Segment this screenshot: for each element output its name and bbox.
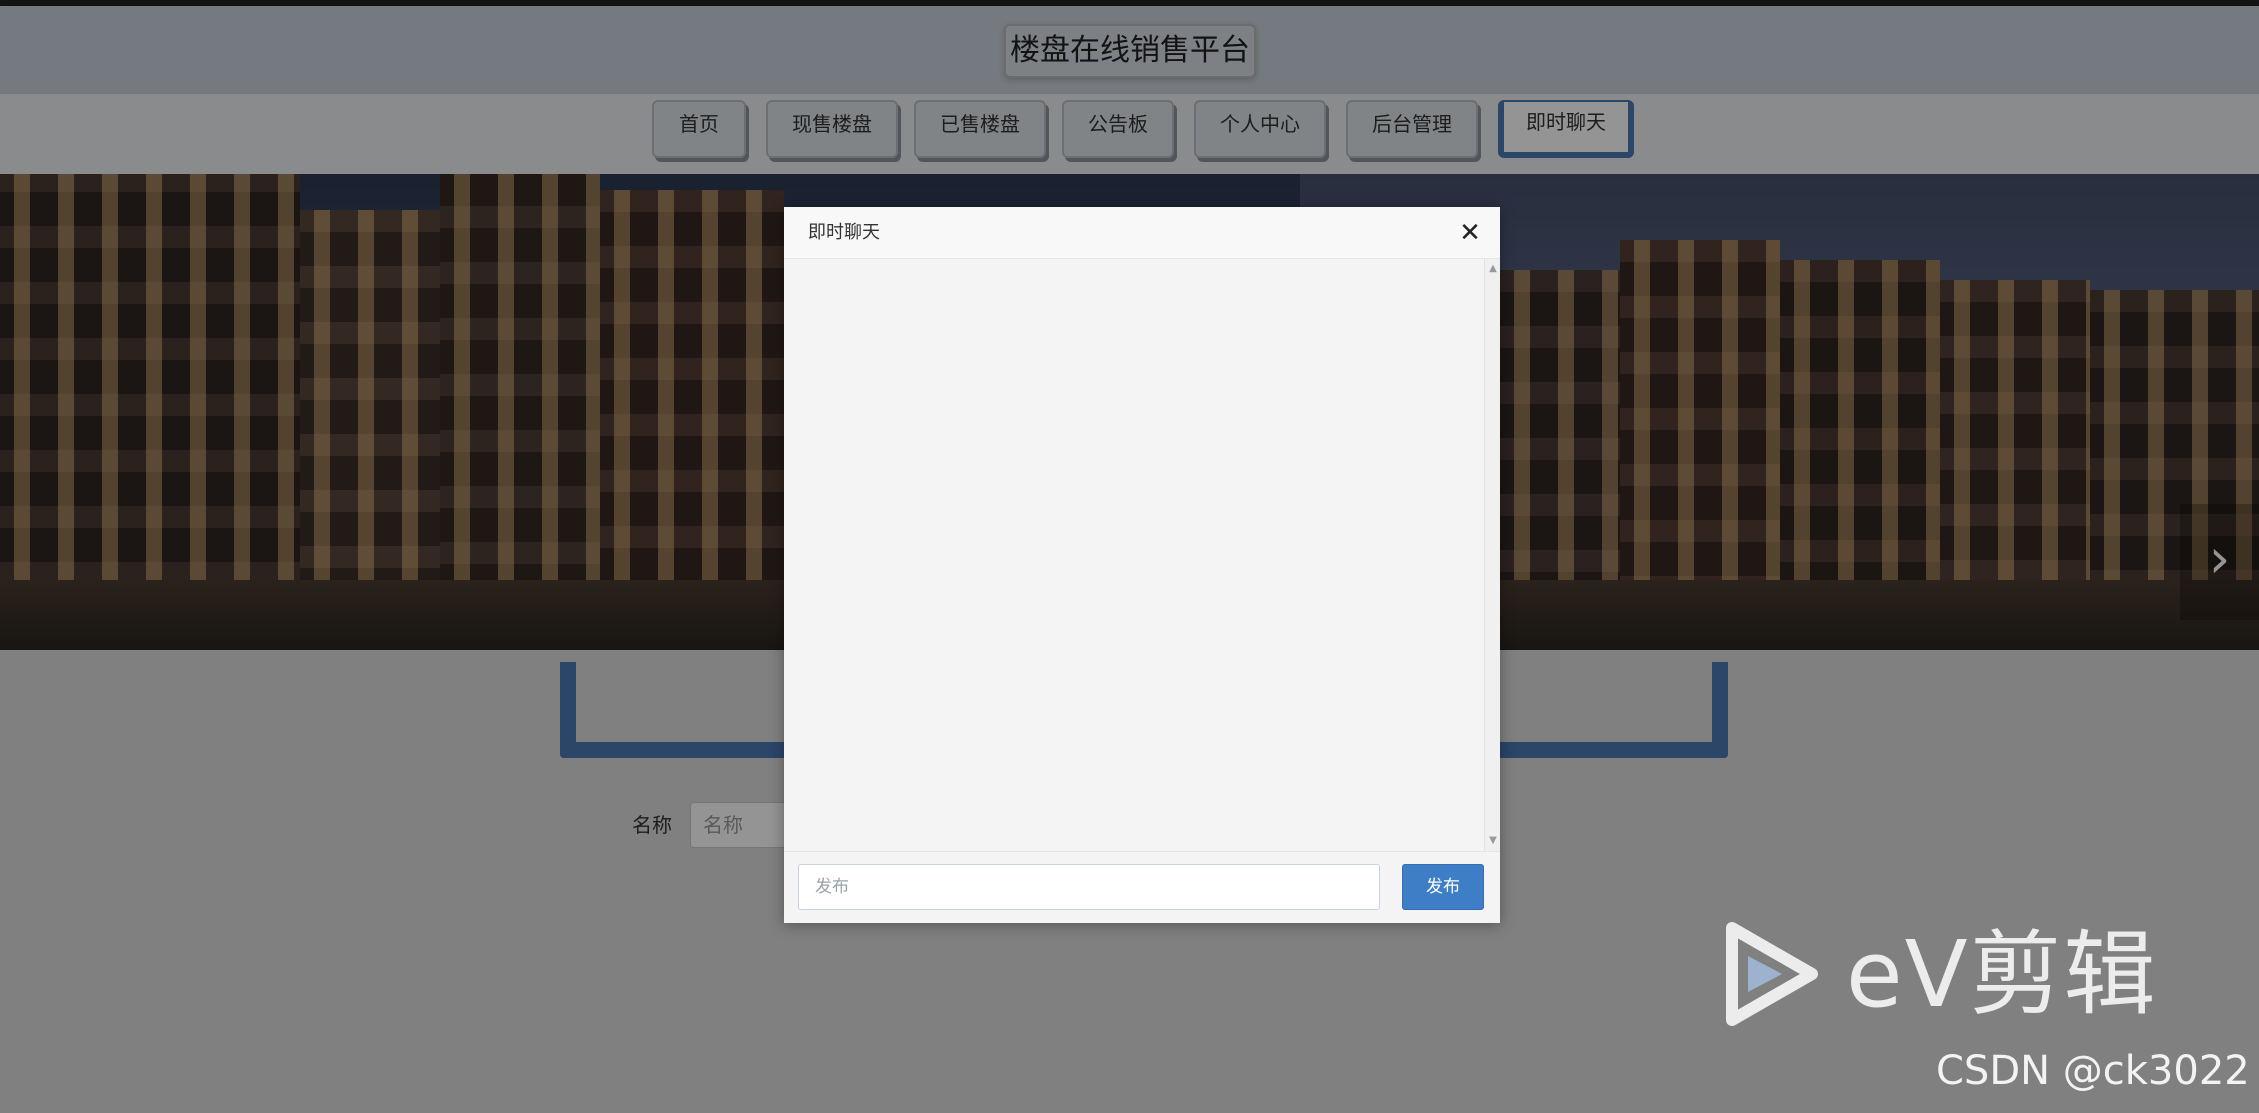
chat-dialog: 即时聊天 ✕ ▲ ▼ 发布: [784, 207, 1500, 923]
chat-footer: 发布: [784, 851, 1500, 923]
chat-message-area[interactable]: [784, 259, 1484, 851]
ev-play-logo-icon: [1726, 922, 1818, 1026]
dialog-title: 即时聊天: [808, 222, 880, 243]
dialog-header: 即时聊天 ✕: [784, 207, 1500, 259]
chat-scrollbar[interactable]: ▲ ▼: [1484, 259, 1500, 851]
ev-watermark-text: eV剪辑: [1846, 921, 2158, 1028]
csdn-watermark-text: CSDN @ck3022: [1936, 1048, 2250, 1094]
close-icon[interactable]: ✕: [1456, 219, 1484, 247]
scroll-up-icon[interactable]: ▲: [1485, 261, 1501, 277]
chat-message-input[interactable]: [798, 864, 1380, 910]
send-button[interactable]: 发布: [1402, 864, 1484, 910]
scroll-down-icon[interactable]: ▼: [1485, 833, 1501, 849]
